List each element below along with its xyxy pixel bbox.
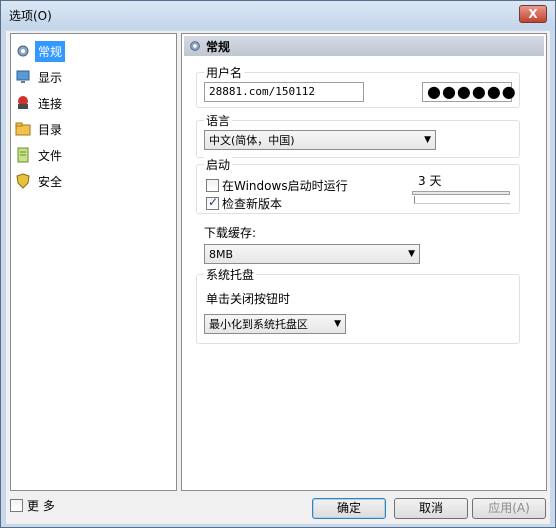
cache-select[interactable]: 8MB ▼ (204, 244, 420, 264)
monitor-icon (16, 70, 30, 83)
check-updates-option[interactable]: 检查新版本 (206, 195, 282, 212)
category-sidebar: 常规 显示 连接 目录 文件 安全 (10, 33, 177, 491)
sidebar-item-files[interactable]: 文件 (15, 144, 65, 166)
close-action-select-value: 最小化到系统托盘区 (209, 318, 308, 331)
sidebar-item-connection[interactable]: 连接 (15, 92, 65, 114)
shield-icon (16, 173, 30, 189)
window-title: 选项(O) (9, 9, 52, 23)
run-on-startup-option[interactable]: 在Windows启动时运行 (206, 177, 348, 194)
gear-icon (17, 45, 29, 57)
chevron-down-icon: ▼ (424, 135, 431, 145)
language-select[interactable]: 中文(简体，中国) ▼ (204, 130, 436, 150)
cancel-button[interactable]: 取消 (394, 498, 468, 519)
more-option[interactable]: 更 多 (10, 497, 55, 514)
apply-button[interactable]: 应用(A) (472, 498, 546, 519)
username-label: 用户名 (204, 64, 245, 81)
sidebar-item-label: 常规 (35, 40, 66, 62)
slider-ticks (414, 196, 510, 204)
password-field[interactable]: ●●●●●● (422, 82, 516, 102)
panel-title: 常规 (206, 39, 231, 54)
settings-panel: 常规 用户名 28881.com/150112 ●●●●●● 语言 中文(简体，… (181, 33, 547, 491)
file-icon (17, 147, 29, 163)
language-label: 语言 (204, 112, 233, 129)
check-updates-label: 检查新版本 (222, 197, 283, 211)
sidebar-item-label: 目录 (38, 122, 63, 137)
chevron-down-icon: ▼ (334, 319, 341, 329)
sidebar-item-label: 显示 (38, 70, 63, 85)
dialog-body: 常规 显示 连接 目录 文件 安全 更 多 常规 用户名 28881.com/1… (6, 31, 550, 524)
close-action-label: 单击关闭按钮时 (206, 292, 291, 306)
sidebar-item-general[interactable]: 常规 (15, 40, 66, 62)
more-checkbox[interactable] (10, 499, 23, 512)
cache-select-value: 8MB (209, 247, 234, 261)
close-button[interactable]: X (519, 5, 547, 23)
username-input[interactable]: 28881.com/150112 (204, 82, 364, 102)
check-updates-checkbox[interactable] (206, 195, 219, 210)
sidebar-item-label: 文件 (38, 148, 63, 163)
update-interval-value: 3 天 (418, 174, 442, 188)
options-window: 选项(O) X 常规 显示 连接 目录 文件 安全 更 多 常规 用户名 288… (0, 0, 556, 528)
panel-header: 常规 (184, 36, 544, 56)
run-on-startup-label: 在Windows启动时运行 (222, 179, 348, 193)
sidebar-item-display[interactable]: 显示 (15, 66, 65, 88)
startup-label: 启动 (204, 156, 233, 173)
tray-label: 系统托盘 (204, 266, 257, 283)
folder-icon (15, 122, 31, 136)
update-interval-slider[interactable] (412, 191, 510, 195)
title-bar[interactable]: 选项(O) X (1, 1, 555, 29)
sidebar-item-directory[interactable]: 目录 (15, 118, 65, 140)
chevron-down-icon: ▼ (408, 249, 415, 259)
network-icon (18, 96, 28, 109)
gear-icon (190, 41, 200, 51)
run-on-startup-checkbox[interactable] (206, 179, 219, 192)
language-select-value: 中文(简体，中国) (209, 134, 295, 147)
close-action-select[interactable]: 最小化到系统托盘区 ▼ (204, 314, 346, 334)
sidebar-item-label: 连接 (38, 96, 63, 111)
ok-button[interactable]: 确定 (312, 498, 386, 519)
more-label: 更 多 (27, 499, 55, 513)
sidebar-item-security[interactable]: 安全 (15, 170, 65, 192)
sidebar-item-label: 安全 (38, 174, 63, 189)
cache-label: 下载缓存: (204, 226, 257, 240)
